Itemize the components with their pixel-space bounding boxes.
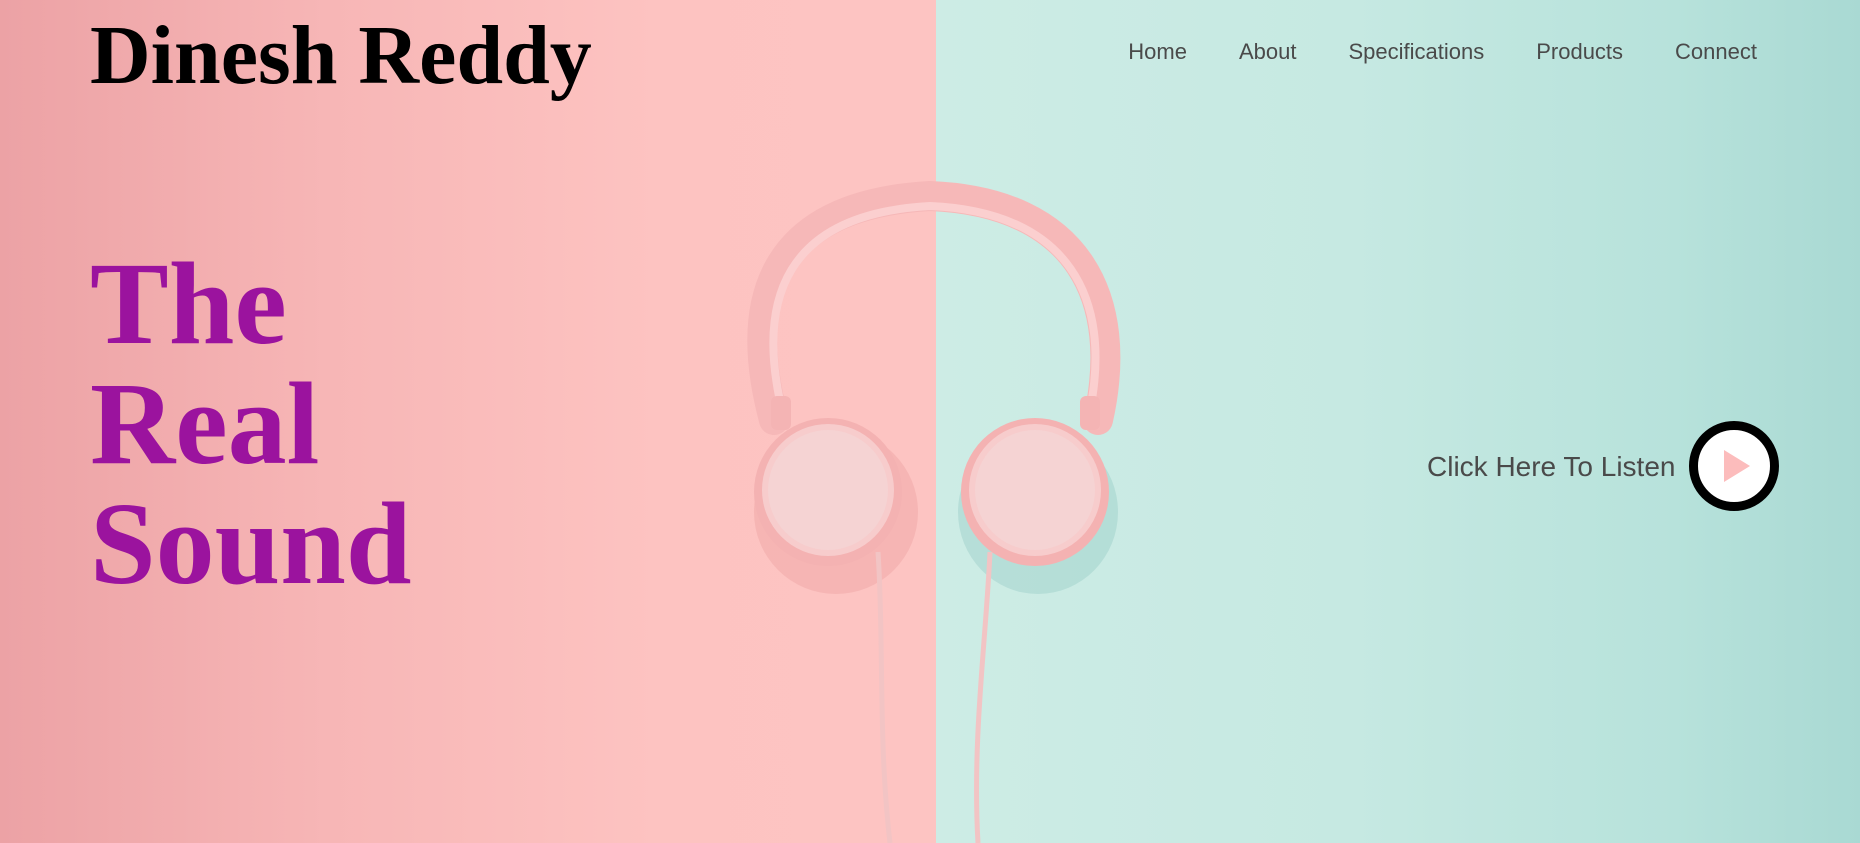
- nav-link-connect[interactable]: Connect: [1675, 38, 1757, 66]
- hero-headline: The Real Sound: [90, 244, 412, 604]
- headline-line-2: Real: [90, 358, 320, 489]
- play-button[interactable]: [1689, 421, 1779, 511]
- play-icon: [1724, 450, 1750, 482]
- background-mint-half: [936, 0, 1860, 843]
- nav-link-products[interactable]: Products: [1536, 38, 1623, 66]
- listen-label[interactable]: Click Here To Listen: [1427, 451, 1675, 483]
- hero-section: Dinesh Reddy Home About Specifications P…: [0, 0, 1860, 843]
- nav-link-about[interactable]: About: [1239, 38, 1297, 66]
- headline-line-3: Sound: [90, 478, 412, 609]
- headline-line-1: The: [90, 238, 287, 369]
- brand-title: Dinesh Reddy: [90, 9, 592, 102]
- nav-link-home[interactable]: Home: [1128, 38, 1187, 66]
- nav-link-specifications[interactable]: Specifications: [1348, 38, 1484, 66]
- main-nav: Home About Specifications Products Conne…: [1128, 38, 1757, 66]
